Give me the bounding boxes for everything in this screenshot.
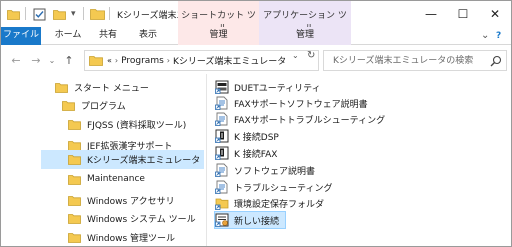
file-item-label: DUETユーティリティ (234, 83, 321, 94)
breadcrumb-programs[interactable]: Programs (121, 56, 164, 66)
nav-item-label: プログラム (81, 101, 126, 112)
address-row: ← → ⌄ ↑ « › Programs › Kシリーズ端末エミュレータ ⌄ ↻ (1, 46, 511, 74)
title-bar: ▾ Kシリーズ端末エミュレ... ショートカット ツール アプリケーション ツー… (1, 1, 511, 34)
nav-item-label: Windows アクセサリ (87, 196, 175, 207)
tab-view[interactable]: 表示 (133, 27, 163, 45)
file-item-new-connection[interactable]: 新しい接続 (213, 211, 287, 229)
folder-icon (68, 155, 81, 165)
up-button[interactable]: ↑ (62, 52, 76, 68)
breadcrumb-separator: › (114, 56, 119, 65)
properties-checkbox-icon[interactable] (33, 6, 46, 22)
file-item-fax-troubleshooting[interactable]: FAXサポートトラブルシューティング (215, 111, 385, 127)
file-item-label: FAXサポートソフトウェア説明書 (234, 99, 368, 110)
nav-item-label: Windows 管理ツール (87, 233, 176, 244)
file-item-k-connect-dsp[interactable]: K 接続DSP (215, 128, 279, 144)
nav-item-label: Maintenance (87, 174, 145, 184)
nav-item-windows-system-tools[interactable]: Windows システム ツール (41, 208, 204, 228)
quick-access-separator (25, 7, 26, 20)
file-item-label: ソフトウェア説明書 (234, 166, 316, 177)
terminal-shortcut-icon (215, 146, 229, 160)
folder-icon (68, 232, 81, 243)
nav-item-programs[interactable]: プログラム (41, 95, 204, 115)
document-shortcut-icon (215, 180, 228, 194)
tab-file[interactable]: ファイル (1, 27, 41, 45)
new-connection-icon (215, 213, 229, 227)
tab-share[interactable]: 共有 (95, 27, 121, 45)
shortcut-tools-context-header: ショートカット ツール (178, 1, 259, 34)
recent-locations-chevron-icon[interactable]: ⌄ (47, 52, 57, 68)
nav-item-windows-admin-tools[interactable]: Windows 管理ツール (41, 227, 204, 247)
forward-button[interactable]: → (29, 52, 43, 68)
breadcrumb-separator[interactable]: › (167, 56, 170, 65)
document-shortcut-icon (215, 163, 228, 177)
expand-ribbon-chevron-icon[interactable]: ⌄ (481, 30, 489, 41)
file-item-label: 環境設定保存フォルダ (234, 199, 325, 210)
back-button[interactable]: ← (9, 52, 23, 68)
file-item-k-connect-fax[interactable]: K 接続FAX (215, 145, 277, 161)
file-list: DUETユーティリティ FAXサポートソフトウェア説明書 FAXサポートトラブル… (207, 74, 511, 246)
folder-icon (55, 82, 68, 93)
folder-icon (68, 119, 81, 130)
file-item-software-manual[interactable]: ソフトウェア説明書 (215, 162, 315, 178)
file-item-troubleshooting[interactable]: トラブルシューティング (215, 179, 332, 195)
nav-item-fjqss[interactable]: FJQSS (資料採取ツール) (41, 114, 204, 134)
nav-item-label: スタート メニュー (74, 83, 149, 94)
tab-manage-shortcut[interactable]: 管理 (178, 27, 259, 45)
file-item-duet-utility[interactable]: DUETユーティリティ (215, 79, 321, 95)
address-folder-icon (89, 56, 103, 66)
nav-item-start-menu[interactable]: スタート メニュー (41, 77, 204, 97)
folder-icon (68, 195, 81, 206)
window-folder-icon (90, 6, 105, 22)
explorer-window: ▾ Kシリーズ端末エミュレ... ショートカット ツール アプリケーション ツー… (0, 0, 512, 247)
file-item-label: K 接続DSP (234, 132, 279, 143)
file-item-label: FAXサポートトラブルシューティング (234, 115, 386, 126)
title-separator-2 (109, 7, 110, 20)
address-bar[interactable]: « › Programs › Kシリーズ端末エミュレータ (84, 50, 319, 71)
file-item-fax-software-manual[interactable]: FAXサポートソフトウェア説明書 (215, 95, 368, 111)
file-item-label: K 接続FAX (234, 149, 278, 160)
nav-item-maintenance[interactable]: Maintenance (41, 169, 204, 189)
document-shortcut-icon (215, 96, 228, 110)
maximize-button[interactable]: ☐ (447, 1, 479, 27)
search-input[interactable] (324, 51, 488, 70)
folder-icon (68, 140, 81, 151)
folder-icon (68, 213, 81, 224)
close-button[interactable]: ✕ (479, 1, 511, 27)
document-shortcut-icon (215, 112, 228, 126)
new-folder-icon[interactable] (53, 6, 66, 22)
help-icon[interactable]: ? (496, 31, 501, 41)
search-box[interactable] (323, 50, 507, 71)
nav-item-windows-accessories[interactable]: Windows アクセサリ (41, 190, 204, 210)
breadcrumb-k-series-emulator[interactable]: Kシリーズ端末エミュレータ (173, 54, 286, 67)
quick-access-folder-icon[interactable] (7, 6, 20, 22)
address-dropdown-chevron-icon[interactable]: ⌄ (292, 51, 304, 60)
nav-item-k-series-emulator[interactable]: Kシリーズ端末エミュレータ (41, 150, 204, 169)
tab-home[interactable]: ホーム (53, 27, 83, 45)
nav-item-label: FJQSS (資料採取ツール) (87, 120, 187, 131)
file-item-settings-folder[interactable]: 環境設定保存フォルダ (215, 195, 324, 211)
customize-quick-access-chevron-icon[interactable]: ▾ (71, 6, 76, 22)
file-item-label: 新しい接続 (234, 216, 280, 227)
title-separator (83, 7, 84, 20)
nav-item-label: Windows システム ツール (87, 214, 196, 225)
file-item-label: トラブルシューティング (234, 183, 333, 194)
application-tools-context-header: アプリケーション ツール (259, 1, 351, 34)
folder-icon (62, 100, 75, 111)
minimize-button[interactable]: — (415, 1, 447, 27)
ribbon-tabs: ファイル ホーム 共有 表示 管理 管理 ⌄ ? (1, 27, 511, 45)
nav-item-label: Kシリーズ端末エミュレータ (87, 156, 201, 166)
terminal-shortcut-icon (215, 129, 229, 143)
refresh-icon[interactable]: ↻ (307, 50, 319, 61)
address-overflow[interactable]: « (107, 56, 112, 65)
folder-icon (68, 174, 81, 185)
folder-shortcut-icon (215, 198, 229, 210)
app-shortcut-icon (215, 80, 229, 94)
tab-manage-application[interactable]: 管理 (259, 27, 351, 45)
navigation-pane: スタート メニュー プログラム FJQSS (資料採取ツール) JEF拡張漢字サ… (1, 74, 206, 246)
search-icon[interactable] (490, 55, 502, 67)
